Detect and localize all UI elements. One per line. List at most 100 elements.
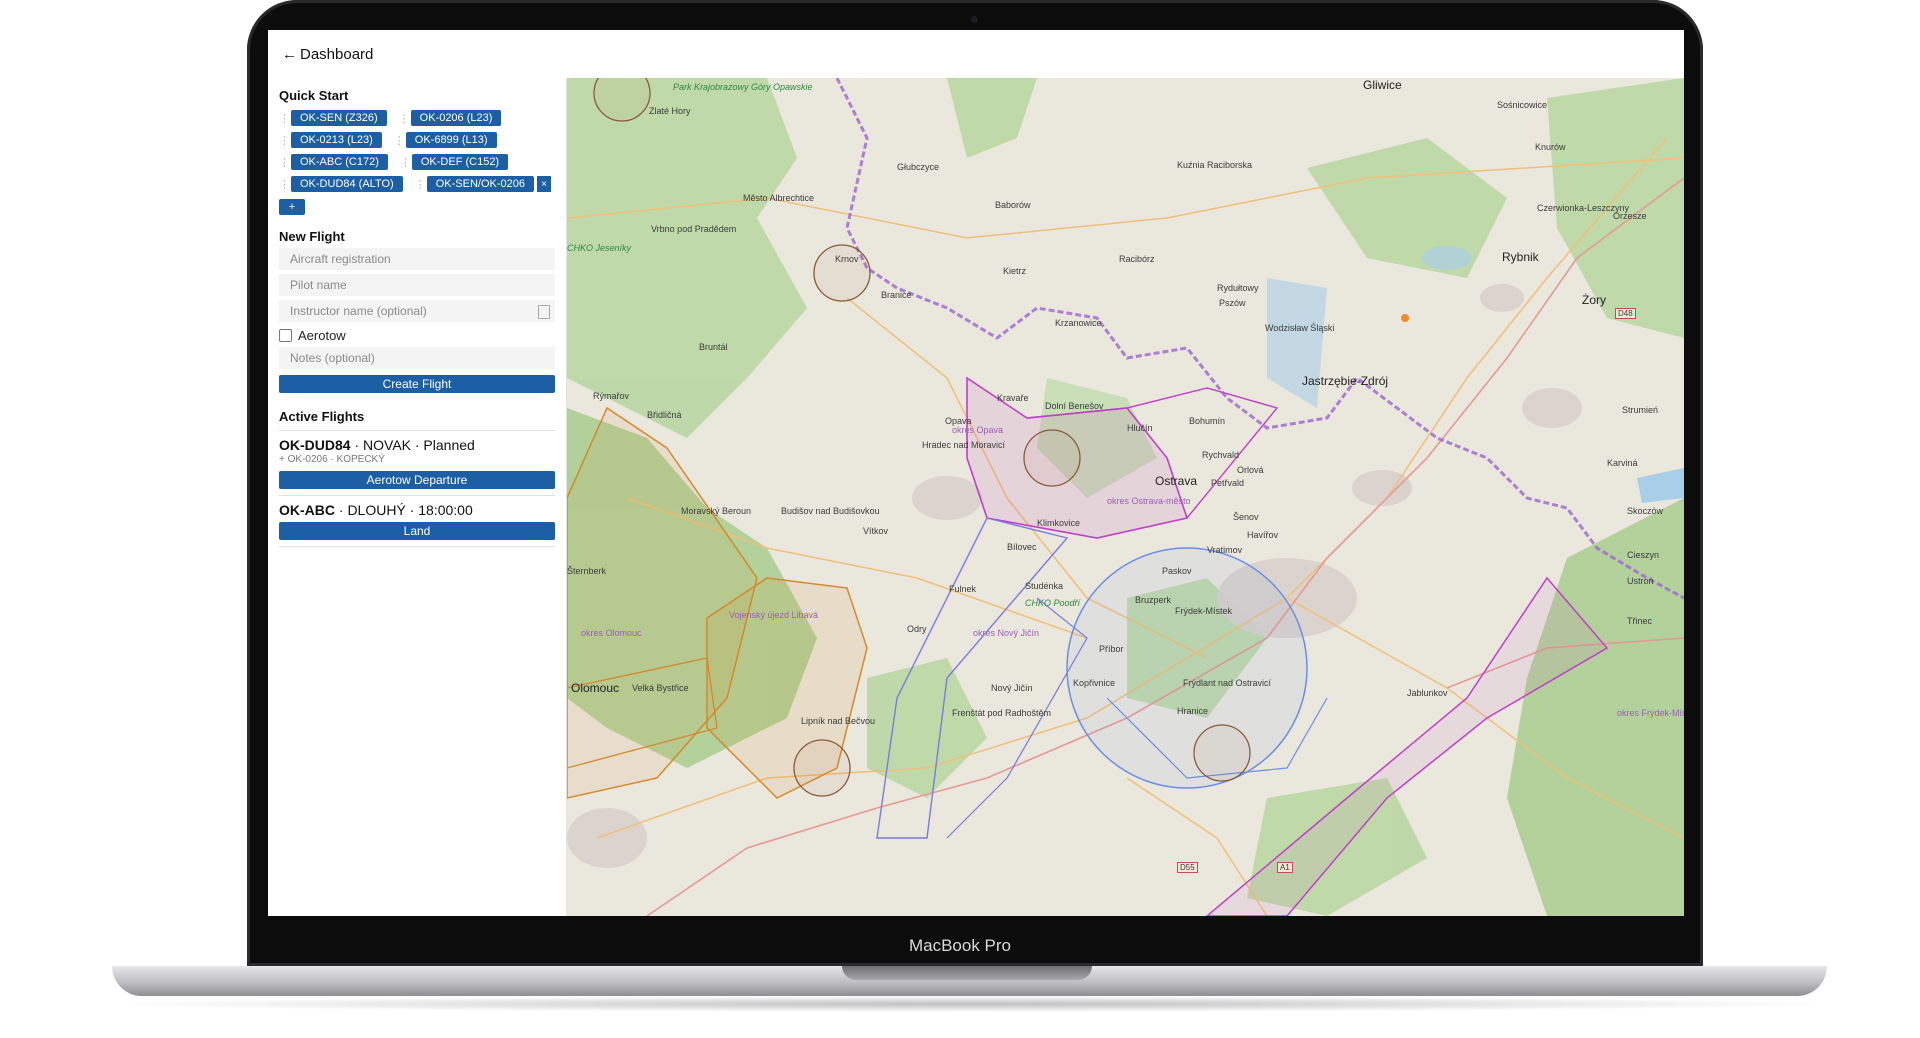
place-label: Bílovec: [1007, 542, 1037, 552]
place-label: Hradec nad Moravicí: [922, 440, 1006, 450]
aerotow-checkbox[interactable]: [279, 329, 292, 342]
place-label: CHKO Jeseníky: [567, 243, 632, 253]
place-label: Karviná: [1607, 458, 1638, 468]
quick-start-chip[interactable]: OK-SEN (Z326): [291, 110, 387, 126]
drag-handle-icon[interactable]: ⋮⋮: [279, 134, 299, 147]
place-label: CHKO Poodří: [1025, 598, 1081, 608]
notes-field[interactable]: [279, 347, 555, 369]
quick-start-chip[interactable]: OK-SEN/OK-0206: [426, 176, 534, 192]
active-flights-title: Active Flights: [279, 409, 365, 424]
place-label: Velká Bystřice: [632, 683, 689, 693]
place-label: Kietrz: [1003, 266, 1027, 276]
place-label: Havířov: [1247, 530, 1279, 540]
quick-start-row: ⋮⋮ OK-SEN (Z326) ⋮⋮ OK-0206 (L23): [279, 107, 566, 129]
place-label: Olomouc: [571, 681, 620, 695]
add-quick-start-button[interactable]: +: [279, 199, 305, 215]
divider: [279, 495, 555, 496]
autofill-icon[interactable]: [538, 305, 550, 319]
drag-handle-icon[interactable]: ⋮⋮: [279, 178, 299, 191]
land-button[interactable]: Land: [279, 522, 555, 540]
aerotow-option[interactable]: Aerotow: [279, 328, 566, 343]
back-to-dashboard-link[interactable]: ← Dashboard: [282, 46, 373, 63]
quick-start-chip[interactable]: OK-0213 (L23): [291, 132, 382, 148]
place-label: Orzesze: [1613, 211, 1647, 221]
aircraft-registration-input[interactable]: [288, 251, 555, 267]
place-label: Šenov: [1233, 512, 1259, 522]
laptop-shadow: [100, 996, 1840, 1012]
place-label: Frýdlant nad Ostravicí: [1183, 678, 1272, 688]
place-label: Moravský Beroun: [681, 506, 752, 516]
pilot-name-input[interactable]: [288, 277, 555, 293]
sidebar: Quick Start ⋮⋮ OK-SEN (Z326) ⋮⋮ OK-0206 (L2…: [268, 78, 567, 916]
place-label: Bohumín: [1189, 416, 1226, 426]
quick-start-chip[interactable]: OK-0206 (L23): [410, 110, 502, 126]
flight-registration: OK-ABC: [279, 502, 335, 518]
laptop-notch: [842, 966, 1092, 980]
quick-start-chip[interactable]: OK-6899 (L13): [405, 132, 497, 148]
flight-registration: OK-DUD84: [279, 437, 351, 453]
place-label: Frýdek-Místek: [1175, 606, 1233, 616]
airspace-zones: [567, 376, 1609, 916]
place-label: Pszów: [1219, 298, 1246, 308]
place-label: Město Albrechtice: [743, 193, 815, 203]
instructor-name-input[interactable]: [288, 303, 555, 319]
create-flight-button[interactable]: Create Flight: [279, 375, 555, 393]
place-label: Vojenský újezd Libavá: [729, 610, 819, 620]
place-label: Bruntál: [699, 342, 728, 352]
place-label: Studénka: [1025, 581, 1064, 591]
instructor-name-field[interactable]: [279, 300, 555, 322]
quick-start-row: ⋮⋮ OK-0213 (L23) ⋮⋮ OK-6899 (L13): [279, 129, 566, 151]
airspace-map[interactable]: Gliwice Sośnicowice Knurów Park Krajobrazow…: [567, 78, 1684, 916]
drag-handle-icon[interactable]: ⋮⋮: [400, 156, 420, 169]
camera: [971, 16, 978, 23]
place-label: Hlučín: [1127, 423, 1153, 433]
aircraft-registration-field[interactable]: [279, 248, 555, 270]
place-label: Skoczów: [1627, 506, 1664, 516]
pilot-name-field[interactable]: [279, 274, 555, 296]
place-label: Gliwice: [1363, 78, 1402, 92]
place-label: Klimkovice: [1037, 518, 1081, 528]
place-label: Břidličná: [647, 410, 682, 420]
place-label: Odry: [907, 624, 927, 634]
notes-input[interactable]: [288, 350, 555, 366]
aerotow-label: Aerotow: [298, 328, 346, 343]
place-label: Fulnek: [949, 584, 977, 594]
place-label: Vratimov: [1207, 545, 1243, 555]
place-label: Kopřivnice: [1073, 678, 1116, 688]
place-label: okres Opava: [952, 425, 1004, 435]
road-label: D55: [1177, 862, 1198, 873]
place-label: Kravaře: [997, 393, 1029, 403]
quick-start-chip[interactable]: OK-ABC (C172): [291, 154, 388, 170]
aircraft-position-marker[interactable]: [1401, 314, 1409, 322]
screen: ← Dashboard Quick Start ⋮⋮ OK-SEN (Z326) ⋮…: [268, 30, 1684, 916]
drag-handle-icon[interactable]: ⋮⋮: [279, 112, 299, 125]
aerotow-departure-button[interactable]: Aerotow Departure: [279, 471, 555, 489]
place-label: Lipník nad Bečvou: [801, 716, 876, 726]
remove-chip-icon[interactable]: ×: [536, 176, 551, 192]
drag-handle-icon[interactable]: ⋮⋮: [399, 112, 419, 125]
place-label: Frenštát pod Radhoštěm: [952, 708, 1052, 718]
drag-handle-icon[interactable]: ⋮⋮: [279, 156, 299, 169]
place-label: Sośnicowice: [1497, 100, 1548, 110]
place-label: Rýmařov: [593, 391, 630, 401]
quick-start-chip[interactable]: OK-DEF (C152): [411, 154, 509, 170]
drag-handle-icon[interactable]: ⋮⋮: [394, 134, 414, 147]
quick-start-chip[interactable]: OK-DUD84 (ALTO): [291, 176, 403, 192]
place-label: Zlaté Hory: [649, 106, 691, 116]
place-label: Dolní Benešov: [1045, 401, 1104, 411]
place-label: okres Nový Jičín: [973, 628, 1040, 638]
place-label: Třinec: [1627, 616, 1653, 626]
quick-start-row: ⋮⋮ OK-ABC (C172) ⋮⋮ OK-DEF (C152): [279, 151, 566, 173]
place-label: Hranice: [1177, 706, 1209, 716]
top-bar: ← Dashboard: [268, 30, 1684, 79]
road-label: D48: [1615, 308, 1636, 319]
place-label: Ostrava: [1155, 474, 1198, 488]
place-label: Budišov nad Budišovkou: [781, 506, 880, 516]
place-label: Vítkov: [863, 526, 889, 536]
place-label: Jablunkov: [1407, 688, 1448, 698]
place-label: Jastrzębie-Zdrój: [1302, 374, 1389, 388]
place-label: Vrbno pod Pradědem: [651, 224, 737, 234]
flight-tow-info: + OK-0206 · KOPECKÝ: [279, 454, 385, 465]
place-label: okres Frýdek-Místek: [1617, 708, 1684, 718]
drag-handle-icon[interactable]: ⋮⋮: [415, 178, 435, 191]
